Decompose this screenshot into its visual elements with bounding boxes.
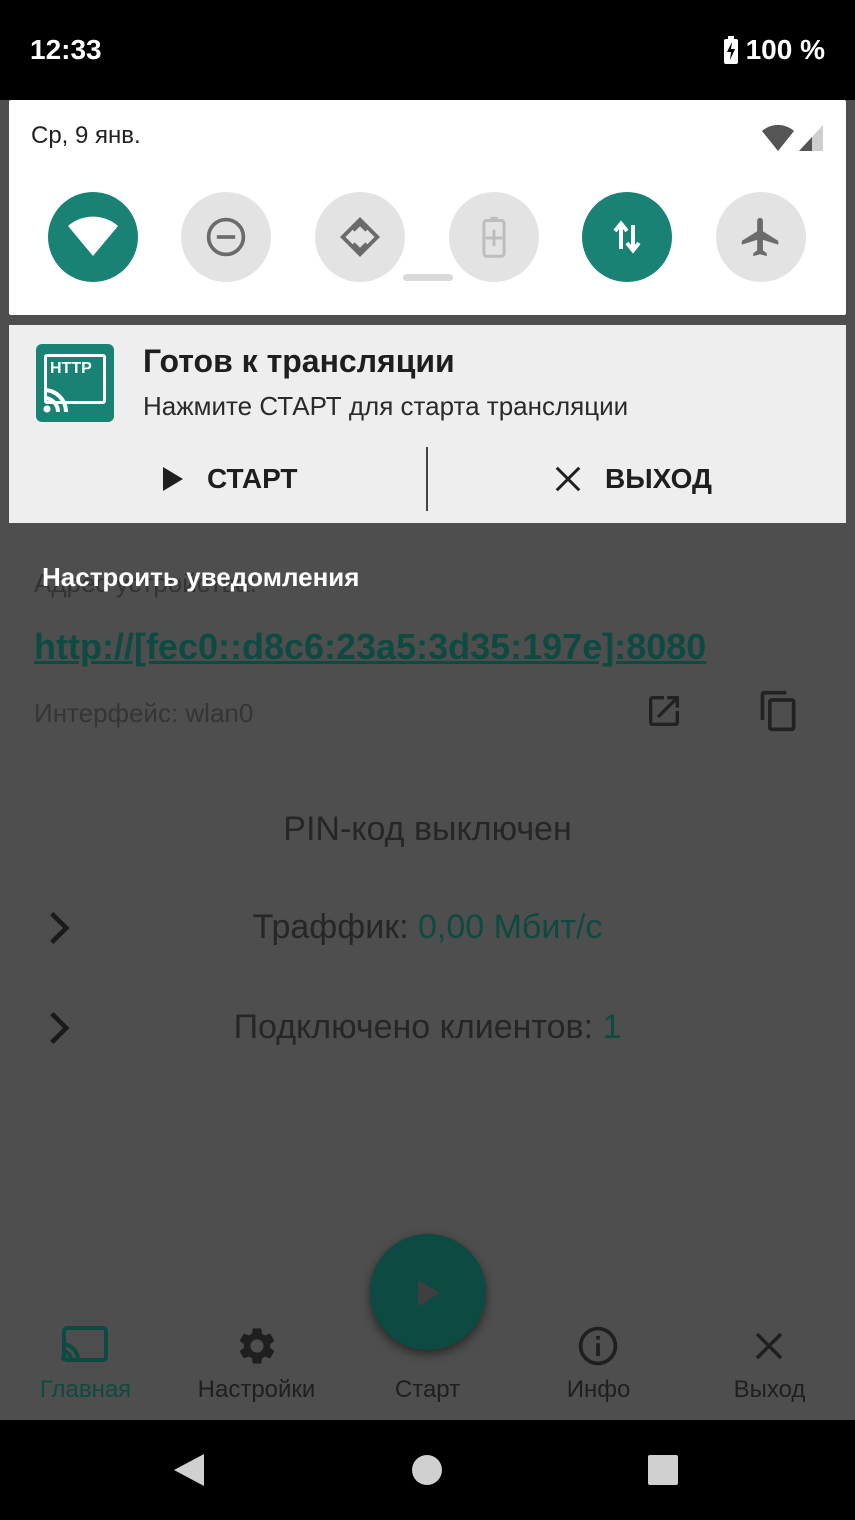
status-bar: 12:33 100 % [0,0,855,100]
nav-label: Инфо [566,1376,631,1403]
nav-item-info[interactable]: Инфо [513,1320,684,1420]
nav-label: Старт [394,1376,461,1403]
recents-icon[interactable] [647,1454,679,1486]
qs-wifi-toggle[interactable] [48,192,138,282]
interface-label: Интерфейс: wlan0 [34,698,254,728]
back-icon[interactable] [172,1452,206,1488]
open-external-icon[interactable] [644,691,684,731]
qs-dnd-toggle[interactable] [181,192,271,282]
airplane-icon [741,217,779,257]
play-icon [163,467,183,491]
qs-airplane-toggle[interactable] [716,192,806,282]
exit-label: ВЫХОД [605,463,712,494]
action-divider [426,447,428,511]
nav-item-home[interactable]: Главная [0,1320,171,1420]
quick-settings-panel: Ср, 9 янв. [9,100,846,315]
nav-label: Главная [39,1376,132,1403]
info-icon [578,1326,618,1366]
start-label: СТАРТ [207,463,298,494]
traffic-value: 0,00 Мбит/с [417,908,603,946]
notification-exit-button[interactable]: ВЫХОД [553,445,712,513]
bottom-nav: Главная Настройки Старт Инфо Выход [0,1320,855,1420]
play-icon [418,1280,440,1306]
qs-date: Ср, 9 янв. [31,122,141,149]
status-time: 12:33 [30,34,102,65]
traffic-row[interactable]: Траффик: 0,00 Мбит/с [0,908,855,947]
app-icon-label: HTTP [50,360,92,377]
battery-charging-icon [723,36,738,64]
notification-card[interactable]: HTTP Готов к трансляции Нажмите СТАРТ дл… [9,325,846,523]
notification-start-button[interactable]: СТАРТ [161,445,298,513]
qs-battery-saver-toggle[interactable] [449,192,539,282]
copy-icon[interactable] [757,688,801,734]
notification-text: Нажмите СТАРТ для старта трансляции [143,391,629,421]
cast-waves-icon [43,388,68,413]
nav-label: Выход [733,1376,806,1403]
mobile-data-icon [613,220,641,254]
qs-page-indicator [403,274,453,281]
system-nav-bar [0,1420,855,1520]
status-battery: 100 % [723,34,825,66]
home-icon[interactable] [411,1454,443,1486]
pin-status: PIN-код выключен [283,810,572,848]
cast-icon [61,1326,108,1362]
wifi-icon [68,216,118,256]
gear-icon [239,1328,275,1364]
clients-label: Подключено клиентов: [233,1008,603,1046]
notification-title: Готов к трансляции [143,343,455,379]
traffic-label: Траффик: [252,908,418,946]
clients-row[interactable]: Подключено клиентов: 1 [0,1008,855,1047]
nav-item-exit[interactable]: Выход [684,1320,855,1420]
do-not-disturb-icon [206,217,246,257]
nav-item-start[interactable]: Старт [342,1320,513,1420]
clients-value: 1 [602,1008,622,1046]
battery-saver-icon [482,216,506,258]
notification-settings-link[interactable]: Настроить уведомления [42,562,359,593]
close-icon [755,1332,783,1360]
qs-rotate-toggle[interactable] [315,192,405,282]
app-icon: HTTP [36,344,114,422]
wifi-signal-icon [762,124,794,151]
nav-label: Настройки [197,1376,316,1403]
auto-rotate-icon [340,217,380,257]
close-icon [555,466,581,492]
nav-item-settings[interactable]: Настройки [171,1320,342,1420]
device-url-link[interactable]: http://[fec0::d8c6:23a5:3d35:197e]:8080 [34,626,706,668]
qs-mobile-data-toggle[interactable] [582,192,672,282]
cell-signal-icon [799,125,823,151]
battery-percent: 100 % [745,34,825,65]
